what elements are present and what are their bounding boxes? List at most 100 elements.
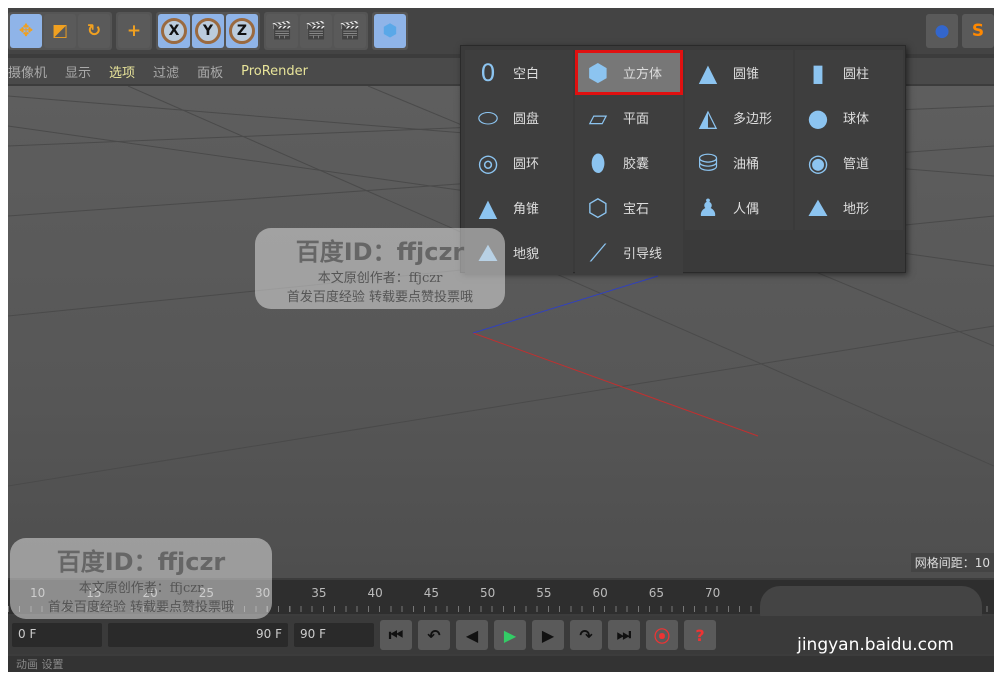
end-frame-field[interactable]: 90 F <box>108 623 288 647</box>
next-frame-button[interactable]: ▶ <box>532 620 564 650</box>
watermark: 百度ID：ffjczr 本文原创作者：ffjczr 首发百度经验 转载要点赞投票… <box>255 228 505 309</box>
cube-primitive-button[interactable]: ⬢ <box>374 14 406 48</box>
menu-item-sphere[interactable]: ● 球体 <box>795 95 903 140</box>
menu-item-label: 地貌 <box>513 247 540 262</box>
null-icon: 0 <box>480 58 496 87</box>
add-tool-icon[interactable]: + <box>118 14 150 48</box>
menu-item[interactable]: 过滤 <box>153 62 179 81</box>
menu-item-disc[interactable]: ⬭ 圆盘 <box>465 95 573 140</box>
dynamics-icon[interactable]: ● <box>926 14 958 48</box>
menu-item-label: 球体 <box>843 112 870 127</box>
play-button[interactable]: ▶ <box>494 620 526 650</box>
menu-item-label: 多边形 <box>733 112 773 127</box>
torus-icon: ◎ <box>477 148 499 177</box>
site-watermark: jingyan.baidu.com <box>797 635 954 655</box>
cone-icon: ▲ <box>698 58 718 87</box>
render-settings-icon[interactable]: 🎬 <box>334 14 366 48</box>
menu-item-label: 立方体 <box>623 67 663 82</box>
menu-item-label: 宝石 <box>623 202 650 217</box>
menu-item-gem[interactable]: ⬡ 宝石 <box>575 185 683 230</box>
axis-z-icon: Z <box>229 18 255 44</box>
timeline-tick-label: 60 <box>592 586 608 600</box>
menu-item-oil-tank[interactable]: ⛁ 油桶 <box>685 140 793 185</box>
figure-icon: ♟ <box>697 193 719 222</box>
watermark-bottom: 百度ID：ffjczr 本文原创作者：ffjczr 首发百度经验 转载要点赞投票… <box>10 538 272 619</box>
timeline-tick-label: 45 <box>423 586 440 600</box>
gem-icon: ⬡ <box>587 193 609 222</box>
autokey-button[interactable]: ? <box>684 620 716 650</box>
menu-item-label: 圆锥 <box>733 67 760 82</box>
axis-lock-y-button[interactable]: Y <box>192 14 224 48</box>
menu-item-label: 地形 <box>843 202 870 217</box>
menu-item-plane[interactable]: ▱ 平面 <box>575 95 683 140</box>
tube-icon: ◉ <box>807 148 829 177</box>
menu-item[interactable]: 选项 <box>109 62 135 81</box>
menu-item[interactable]: 摄像机 <box>8 62 47 81</box>
prev-frame-button[interactable]: ◀ <box>456 620 488 650</box>
menu-item[interactable]: 显示 <box>65 62 91 81</box>
menu-item-polygon[interactable]: ◭ 多边形 <box>685 95 793 140</box>
axis-lock-z-button[interactable]: Z <box>226 14 258 48</box>
menu-item-guide[interactable]: ⟋ 引导线 <box>575 230 683 275</box>
menu-item-capsule[interactable]: ⬮ 胶囊 <box>575 140 683 185</box>
render-view-icon[interactable]: 🎬 <box>266 14 298 48</box>
axis-y-icon: Y <box>195 18 221 44</box>
s-plugin-icon[interactable]: S <box>962 14 994 48</box>
record-button[interactable]: ⦿ <box>646 620 678 650</box>
prev-key-button[interactable]: ↶ <box>418 620 450 650</box>
timeline-tick-label: 65 <box>648 586 665 600</box>
menu-item-null[interactable]: 0 空白 <box>465 50 573 95</box>
menu-item-label: 圆盘 <box>513 112 540 127</box>
menu-item-label: 引导线 <box>623 247 663 262</box>
menu-item-torus[interactable]: ◎ 圆环 <box>465 140 573 185</box>
menu-item-label: 空白 <box>513 67 540 82</box>
menu-column: ⬢ 立方体 ▱ 平面 ⬮ 胶囊 ⬡ 宝石 ⟋ 引导线 <box>575 50 683 275</box>
menu-item-label: 圆环 <box>513 157 540 172</box>
menu-item-tube[interactable]: ◉ 管道 <box>795 140 903 185</box>
menu-item-cube[interactable]: ⬢ 立方体 <box>575 50 683 95</box>
render-picture-viewer-icon[interactable]: 🎬 <box>300 14 332 48</box>
menu-item-label: 管道 <box>843 157 870 172</box>
menu-item-figure[interactable]: ♟ 人偶 <box>685 185 793 230</box>
timeline-tick-label: 40 <box>367 586 383 600</box>
timeline-tick-label: 50 <box>480 586 496 600</box>
next-key-button[interactable]: ↷ <box>570 620 602 650</box>
timeline-tick-label: 70 <box>705 586 721 600</box>
menu-item-label: 角锥 <box>513 202 540 217</box>
plane-icon: ▱ <box>588 103 608 132</box>
oil-tank-icon: ⛁ <box>697 148 719 177</box>
menu-item-label: 人偶 <box>733 202 760 217</box>
menu-item-label: 平面 <box>623 112 650 127</box>
timeline-tick-label: 55 <box>536 586 552 600</box>
go-to-start-button[interactable]: ⏮ <box>380 620 412 650</box>
sphere-icon: ● <box>807 103 829 132</box>
primitives-menu: 0 空白 ⬭ 圆盘 ◎ 圆环 ▲ 角锥 ⛰ 地貌 ⬢ 立方体 ▱ 平面 ⬮ 胶囊 ⬡ 宝石 ⟋ 引导线 ▲ 圆锥 ◭ 多边形 ⛁… <box>460 45 906 275</box>
menu-item-label: 油桶 <box>733 157 760 172</box>
axis-x-icon: X <box>161 18 187 44</box>
timeline-tick-label: 35 <box>311 586 327 600</box>
menu-item-terrain[interactable]: ⛰ 地形 <box>795 185 903 230</box>
cylinder-icon: ▮ <box>811 58 825 87</box>
menu-column: ▮ 圆柱 ● 球体 ◉ 管道 ⛰ 地形 <box>795 50 903 230</box>
disc-icon: ⬭ <box>477 103 499 132</box>
menu-column: ▲ 圆锥 ◭ 多边形 ⛁ 油桶 ♟ 人偶 <box>685 50 793 230</box>
menu-item-cylinder[interactable]: ▮ 圆柱 <box>795 50 903 95</box>
max-frame-field[interactable]: 90 F <box>294 623 374 647</box>
polygon-icon: ◭ <box>698 103 718 132</box>
start-frame-field[interactable]: 0 F <box>12 623 102 647</box>
status-bar: 动画 设置 <box>8 656 994 672</box>
rotate-tool-icon[interactable]: ↻ <box>78 14 110 48</box>
menu-item[interactable]: ProRender <box>241 64 308 79</box>
x-axis-line <box>472 332 759 437</box>
menu-item[interactable]: 面板 <box>197 62 223 81</box>
cube-icon: ⬢ <box>587 58 609 87</box>
axis-lock-x-button[interactable]: X <box>158 14 190 48</box>
menu-item-pyramid[interactable]: ▲ 角锥 <box>465 185 573 230</box>
move-tool-icon[interactable]: ✥ <box>10 14 42 48</box>
menu-item-cone[interactable]: ▲ 圆锥 <box>685 50 793 95</box>
scale-tool-icon[interactable]: ◩ <box>44 14 76 48</box>
grid-spacing-label: 网格间距：10 <box>910 553 994 572</box>
guide-icon: ⟋ <box>589 238 607 267</box>
menu-item-label: 圆柱 <box>843 67 870 82</box>
go-to-end-button[interactable]: ⏭ <box>608 620 640 650</box>
